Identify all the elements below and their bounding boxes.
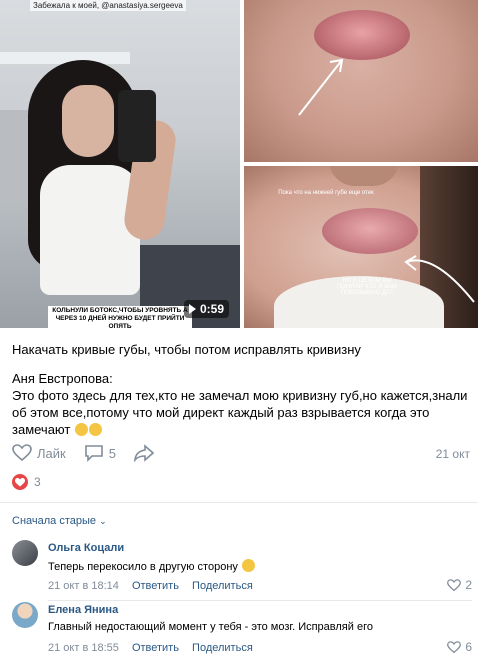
comment-text: Теперь перекосило в другую сторону	[48, 559, 255, 573]
person-top	[40, 165, 140, 295]
comment-author[interactable]: Елена Янина	[48, 604, 118, 616]
comment-like-button[interactable]: 2	[447, 578, 472, 592]
divider	[48, 600, 472, 601]
arrow-icon	[298, 58, 344, 116]
post-caption: Накачать кривые губы, чтобы потом исправ…	[12, 342, 361, 357]
sort-label: Сначала старые	[12, 515, 97, 527]
avatar[interactable]	[12, 602, 38, 628]
woozy-face-emoji-icon	[241, 559, 255, 572]
comment-text-content: Теперь перекосило в другую сторону	[48, 561, 238, 573]
sweat-smile-emoji-icon	[88, 423, 102, 436]
video-subtitle: КОЛЬНУЛИ БОТОКС,ЧТОБЫ УРОВНЯТЬ А ЧЕРЕЗ 1…	[48, 306, 192, 328]
share-comment-button[interactable]: Поделиться	[192, 642, 253, 654]
share-button[interactable]	[133, 444, 154, 462]
divider	[0, 502, 478, 503]
person-face	[62, 85, 114, 157]
comment-likes: 6	[465, 640, 472, 654]
avatar[interactable]	[12, 540, 38, 566]
comment-meta: 21 окт в 18:55 Ответить Поделиться	[48, 642, 263, 654]
video-thumbnail[interactable]: Забежала к моей, @anastasiya.sergeeva КО…	[0, 0, 240, 328]
chevron-down-icon: ⌄	[99, 516, 107, 526]
photo-text-2: НО В ЦЕЛОМ ВЫ ПОНЯЛИ ЧТО Я ВАМ ПОКАЗЫВАЮ…	[336, 278, 398, 296]
comment-item: Ольга Коцали Теперь перекосило в другую …	[12, 540, 472, 602]
comments-count: 5	[108, 445, 116, 461]
comment-text: Главный недостающий момент у тебя - это …	[48, 621, 373, 633]
comment-time[interactable]: 21 окт в 18:14	[48, 580, 119, 592]
photo-text-1: Пока что на нижней губе еще отек	[278, 190, 374, 196]
comment-icon	[84, 445, 103, 462]
post-media: Забежала к моей, @anastasiya.sergeeva КО…	[0, 0, 478, 328]
arrow-icon	[404, 255, 475, 303]
reply-button[interactable]: Ответить	[132, 642, 179, 654]
share-icon	[133, 444, 154, 462]
phone-in-hand	[118, 90, 156, 162]
photo-lips-bottom[interactable]: Пока что на нижней губе еще отек НО В ЦЕ…	[244, 166, 478, 328]
heart-icon	[447, 640, 462, 653]
share-comment-button[interactable]: Поделиться	[192, 580, 253, 592]
post-actions: Лайк 5	[12, 444, 172, 462]
like-label: Лайк	[37, 445, 66, 461]
comment-author[interactable]: Ольга Коцали	[48, 542, 124, 554]
post-date: 21 окт	[435, 447, 470, 461]
comment-item: Елена Янина Главный недостающий момент у…	[12, 602, 472, 654]
post-author-line: Аня Евстропова:	[12, 371, 113, 386]
comment-time[interactable]: 21 окт в 18:55	[48, 642, 119, 654]
comments-sort-dropdown[interactable]: Сначала старые ⌄	[12, 515, 107, 527]
lips-shape	[322, 208, 418, 254]
like-button[interactable]: Лайк	[12, 444, 66, 462]
photo-lips-top[interactable]	[244, 0, 478, 162]
heart-icon	[12, 444, 32, 462]
post-text: Аня Евстропова: Это фото здесь для тех,к…	[12, 370, 472, 438]
sweat-smile-emoji-icon	[74, 423, 88, 436]
heart-reaction-icon	[12, 474, 28, 490]
duration-label: 0:59	[200, 302, 225, 316]
heart-icon	[447, 578, 462, 591]
nose-shape	[329, 166, 399, 186]
comment-like-button[interactable]: 6	[447, 640, 472, 654]
reactions-count: 3	[34, 475, 41, 489]
comment-meta: 21 окт в 18:14 Ответить Поделиться	[48, 580, 263, 592]
play-icon	[189, 304, 196, 314]
comment-likes: 2	[465, 578, 472, 592]
video-caption: Забежала к моей, @anastasiya.sergeeva	[30, 0, 186, 11]
video-duration[interactable]: 0:59	[184, 300, 230, 318]
reply-button[interactable]: Ответить	[132, 580, 179, 592]
comments-button[interactable]: 5	[84, 444, 116, 462]
reactions-summary[interactable]: 3	[12, 474, 41, 490]
